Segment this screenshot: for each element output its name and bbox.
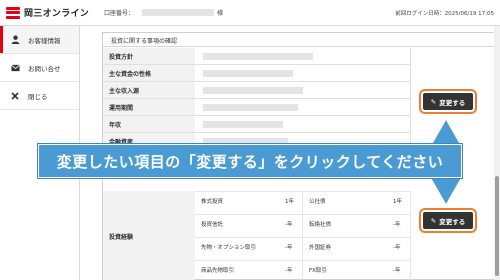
brand-name: 岡三オンライン [24,9,90,19]
row-value-mask [195,99,410,115]
row-investment-policy: 投資方針 [103,48,410,65]
panel-title: 投資に関する事項の確認 [103,33,499,47]
last-login: 前回ログイン日時：2025/06/19 17:05 [395,11,494,17]
row-value-mask [195,65,410,81]
experience-item-value: -年 [285,268,293,274]
experience-item-value: -年 [285,245,293,251]
account-number: 口座番号： 様 [104,8,223,17]
account-suffix: 様 [217,10,224,17]
edit-investment-button[interactable]: ✎ 変更する [419,89,477,114]
callout-arrow-down-icon [428,176,464,206]
experience-item-name: 投資信託 [201,222,224,228]
scrollbar-thumb[interactable] [495,176,499,276]
experience-item-name: 株式投資 [201,199,224,205]
sidebar-item-customer-info[interactable]: お客様情報 [0,26,79,54]
experience-item-value: 1年 [393,199,402,205]
experience-item-value: 1年 [285,199,294,205]
row-income-source: 主な収入源 [103,82,410,99]
experience-item-value: -年 [285,222,293,228]
experience-item-value: -年 [393,222,401,228]
row-annual-income: 年収 [103,116,410,133]
experience-item-name: 外国証券 [309,245,332,251]
experience-label: 投資経験 [103,191,195,280]
row-label: 年収 [103,116,195,132]
instruction-callout: 変更したい項目の「変更する」をクリックしてください [38,144,462,178]
row-fund-nature: 主な資金の性格 [103,65,410,82]
experience-item-name: 先物・オプション取引 [201,245,257,251]
experience-column-divider [410,191,411,280]
row-label: 主な資金の性格 [103,65,195,81]
sidebar-item-label: 閉じる [28,92,48,101]
row-label: 主な収入源 [103,82,195,98]
row-value-mask [195,48,410,64]
experience-item-name: 転換社債 [309,222,332,228]
experience-item-value: -年 [393,268,401,274]
app-header: 岡三オンライン 口座番号： 様 前回ログイン日時：2025/06/19 17:0… [0,0,500,26]
account-number-label: 口座番号： [104,10,135,17]
experience-column-divider [302,191,303,280]
sidebar-item-close[interactable]: 閉じる [0,82,79,110]
edit-experience-button[interactable]: ✎ 変更する [419,208,477,233]
row-investment-period: 運用期間 [103,99,410,116]
edit-button-label: 変更する [439,98,466,107]
edit-button-label: 変更する [439,217,466,226]
sidebar-item-label: お客様情報 [28,36,61,45]
mail-icon [10,63,20,73]
close-icon [10,91,20,101]
experience-item-name: 公社債 [309,199,326,205]
row-value-mask [195,82,410,98]
scrollbar[interactable] [494,26,500,280]
row-value-mask [195,116,410,132]
pencil-icon: ✎ [430,97,437,106]
experience-item-name: 商品先物取引 [201,268,235,274]
experience-item-value: -年 [393,245,401,251]
brand-logo[interactable]: 岡三オンライン [6,6,89,19]
experience-item-name: FX取引 [309,268,327,274]
row-label: 運用期間 [103,99,195,115]
sidebar-item-label: お問い合せ [28,64,61,73]
pencil-icon: ✎ [430,216,437,225]
sidebar-item-contact[interactable]: お問い合せ [0,54,79,82]
person-icon [10,35,20,45]
brand-logo-mark-icon [6,6,20,19]
row-label: 投資方針 [103,48,195,64]
account-number-mask [142,9,215,16]
